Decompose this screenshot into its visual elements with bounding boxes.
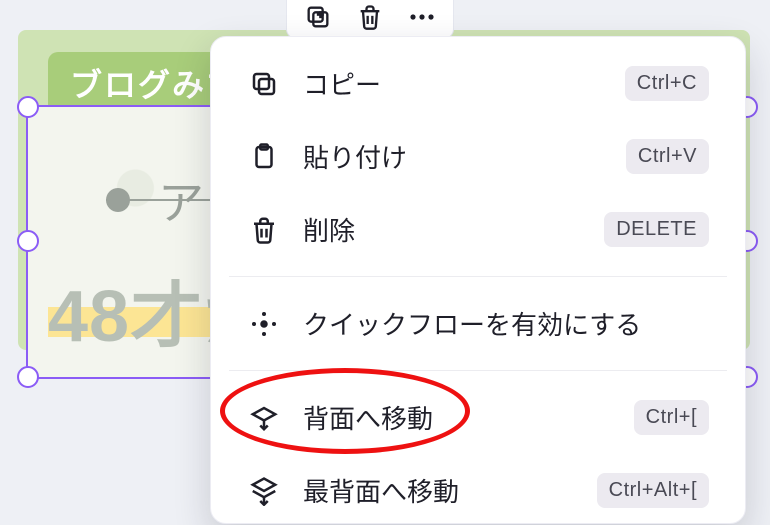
menu-item-shortcut: Ctrl+[ [634, 400, 709, 435]
send-back-icon [247, 401, 281, 435]
menu-item-paste[interactable]: 貼り付け Ctrl+V [219, 120, 737, 193]
menu-item-send-back[interactable]: 背面へ移動 Ctrl+[ [219, 381, 737, 454]
rule-line [106, 199, 226, 201]
menu-item-label: 貼り付け [303, 138, 604, 175]
menu-item-label: 背面へ移動 [303, 399, 612, 436]
resize-handle-bl[interactable] [17, 366, 39, 388]
menu-separator [229, 276, 727, 277]
menu-item-send-to-back[interactable]: 最背面へ移動 Ctrl+Alt+[ [219, 454, 737, 525]
context-menu: コピー Ctrl+C 貼り付け Ctrl+V 削除 DELETE クイックフロー… [210, 36, 746, 524]
menu-item-label: クイックフローを有効にする [303, 305, 709, 342]
menu-separator [229, 370, 727, 371]
quickflow-icon [247, 307, 281, 341]
menu-item-quickflow[interactable]: クイックフローを有効にする [219, 287, 737, 360]
menu-item-shortcut: Ctrl+Alt+[ [597, 473, 709, 508]
paste-icon [247, 140, 281, 174]
trash-icon [247, 213, 281, 247]
menu-item-label: コピー [303, 65, 603, 102]
duplicate-icon[interactable] [303, 2, 333, 32]
copy-icon [247, 67, 281, 101]
menu-item-shortcut: DELETE [604, 212, 709, 247]
menu-item-label: 最背面へ移動 [303, 472, 575, 509]
element-toolbar [286, 0, 454, 39]
editor-stage: ブログみち ア 48才か [0, 0, 770, 525]
trash-icon[interactable] [355, 2, 385, 32]
menu-item-copy[interactable]: コピー Ctrl+C [219, 47, 737, 120]
send-to-back-icon [247, 474, 281, 508]
resize-handle-l[interactable] [17, 230, 39, 252]
resize-handle-tl[interactable] [17, 96, 39, 118]
menu-item-shortcut: Ctrl+C [625, 66, 709, 101]
more-icon[interactable] [407, 2, 437, 32]
menu-item-delete[interactable]: 削除 DELETE [219, 193, 737, 266]
menu-item-shortcut: Ctrl+V [626, 139, 709, 174]
menu-item-label: 削除 [303, 211, 582, 248]
